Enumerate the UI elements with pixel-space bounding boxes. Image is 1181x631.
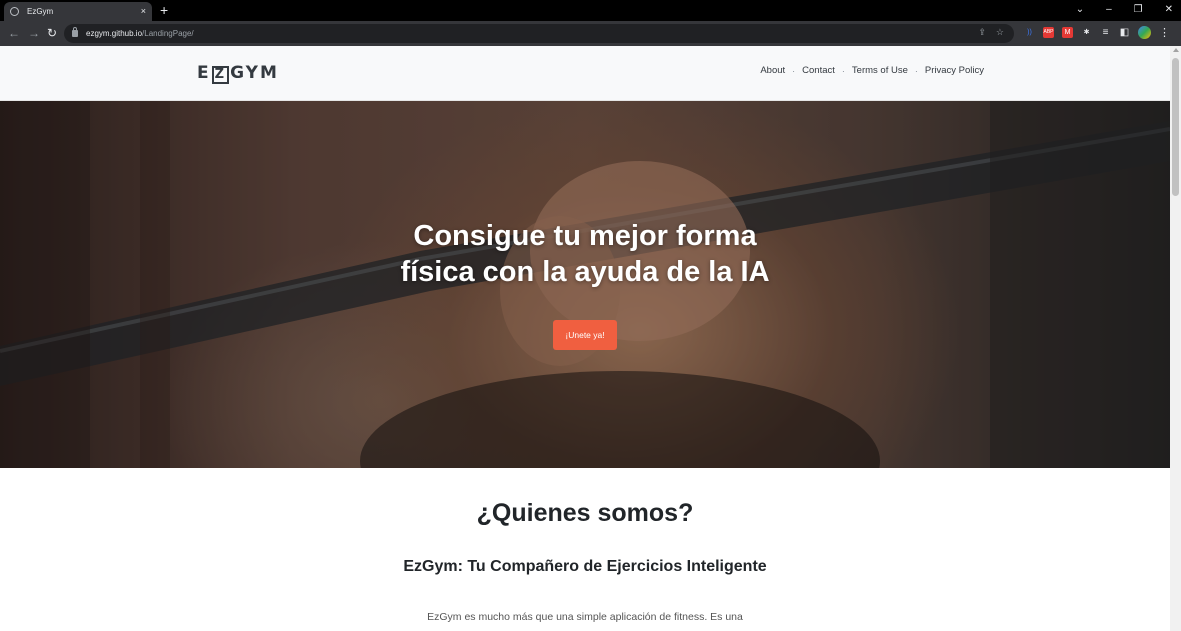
- menu-dots-icon[interactable]: ⋮: [1159, 27, 1170, 39]
- browser-tab-bar: EzGym × + ⌄ – ❐ ✕: [0, 0, 1181, 21]
- new-tab-button[interactable]: +: [160, 2, 168, 18]
- hero-heading-line1: Consigue tu mejor forma: [413, 220, 757, 252]
- site-navbar: E Z GYM About · Contact · Terms of Use · P…: [0, 46, 1170, 101]
- tab-search-icon[interactable]: ⌄: [1076, 2, 1084, 18]
- about-subheading: EzGym: Tu Compañero de Ejercicios Inteli…: [403, 558, 767, 575]
- nav-separator: ·: [841, 65, 845, 76]
- nav-separator: ·: [914, 65, 918, 76]
- restore-icon[interactable]: ❐: [1134, 2, 1143, 18]
- nav-link-privacy[interactable]: Privacy Policy: [925, 65, 984, 76]
- url-path: /LandingPage/: [142, 29, 194, 38]
- bookmark-star-icon[interactable]: ☆: [996, 27, 1004, 38]
- address-bar[interactable]: ezgym.github.io /LandingPage/ ⇪ ☆: [64, 24, 1014, 43]
- back-icon[interactable]: ←: [8, 25, 20, 41]
- tab-title: EzGym: [27, 7, 54, 16]
- about-heading: ¿Quienes somos?: [476, 499, 694, 527]
- puzzle-icon[interactable]: ✱: [1081, 27, 1092, 38]
- minimize-icon[interactable]: –: [1106, 2, 1112, 18]
- lock-icon[interactable]: [72, 27, 78, 37]
- scrollbar-thumb[interactable]: [1172, 58, 1179, 196]
- nav-link-about[interactable]: About: [760, 65, 785, 76]
- browser-tab[interactable]: EzGym ×: [4, 2, 152, 21]
- nav-link-contact[interactable]: Contact: [802, 65, 835, 76]
- scroll-up-icon[interactable]: [1173, 48, 1179, 52]
- forward-icon[interactable]: →: [28, 25, 40, 41]
- extension-red-icon[interactable]: M: [1062, 27, 1073, 38]
- nav-link-terms[interactable]: Terms of Use: [852, 65, 908, 76]
- window-controls: ⌄ – ❐ ✕: [1076, 2, 1173, 18]
- nav-separator: ·: [792, 65, 796, 76]
- globe-icon: [10, 7, 19, 16]
- about-paragraph: EzGym es mucho más que una simple aplica…: [427, 611, 743, 623]
- close-tab-icon[interactable]: ×: [141, 7, 146, 16]
- join-now-button[interactable]: ¡Unete ya!: [553, 320, 617, 350]
- page-scrollbar[interactable]: [1170, 46, 1181, 631]
- hero-section: Consigue tu mejor forma física con la ay…: [0, 101, 1170, 468]
- hero-heading: Consigue tu mejor forma física con la ay…: [0, 218, 1170, 290]
- about-paragraph-cut-line: [380, 625, 790, 631]
- adblock-icon[interactable]: ABP: [1043, 27, 1054, 38]
- reading-list-icon[interactable]: ≡: [1100, 27, 1111, 38]
- audio-icon[interactable]: )): [1024, 27, 1035, 38]
- brand-logo[interactable]: E Z GYM: [197, 63, 279, 84]
- profile-avatar[interactable]: [1138, 26, 1151, 39]
- extensions-area: )) ABP M ✱ ≡ ◧ ⋮: [1024, 26, 1170, 39]
- hero-heading-line2: física con la ayuda de la IA: [400, 256, 770, 288]
- nav-links: About · Contact · Terms of Use · Privacy…: [760, 65, 984, 76]
- url-host: ezgym.github.io: [86, 29, 143, 38]
- share-icon[interactable]: ⇪: [978, 27, 986, 38]
- browser-toolbar: ← → ↻ ezgym.github.io /LandingPage/ ⇪ ☆ …: [0, 21, 1181, 46]
- page-viewport: E Z GYM About · Contact · Terms of Use · P…: [0, 46, 1170, 631]
- side-panel-icon[interactable]: ◧: [1119, 27, 1130, 38]
- close-window-icon[interactable]: ✕: [1165, 2, 1173, 18]
- omnibox-actions: ⇪ ☆: [978, 27, 1004, 38]
- reload-icon[interactable]: ↻: [47, 25, 57, 41]
